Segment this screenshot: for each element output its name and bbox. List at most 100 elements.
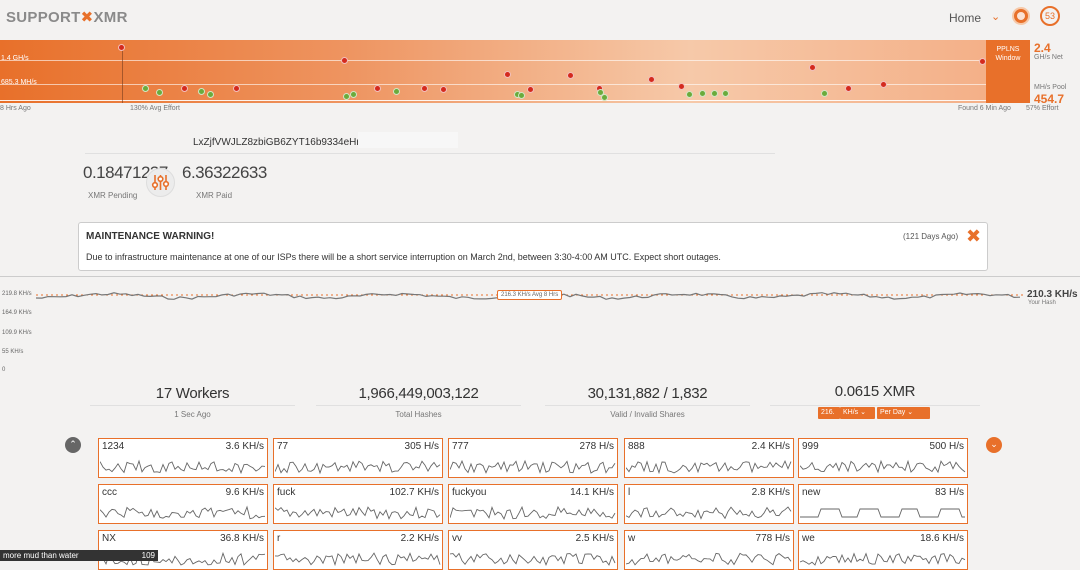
block-dot[interactable] [142,85,149,92]
period-select[interactable]: Per Day ⌄ [877,407,930,419]
avg-effort-label: 130% Avg Effort [130,105,180,112]
block-dot[interactable] [207,91,214,98]
block-dot[interactable] [809,64,816,71]
worker-name: 77 [277,441,289,452]
worker-name: new [802,487,821,498]
block-dot[interactable] [527,86,534,93]
block-dot[interactable] [699,90,706,97]
worker-card[interactable]: we 18.6 KH/s [798,530,968,570]
expand-down-icon[interactable]: ⌄ [986,437,1002,453]
worker-sparkline [800,459,966,474]
block-dot[interactable] [979,58,986,65]
block-dot[interactable] [845,85,852,92]
close-icon[interactable]: ✖ [966,226,981,246]
worker-card[interactable]: fuckyou 14.1 KH/s [448,484,618,524]
worker-card[interactable]: 1234 3.6 KH/s [98,438,268,478]
home-menu[interactable]: Home [949,11,981,25]
pool-hashrate-value: 454.7 [1034,92,1065,106]
worker-card[interactable]: w 778 H/s [624,530,794,570]
block-dot[interactable] [518,92,525,99]
maintenance-warning-panel [78,222,988,271]
pool-hashrate-unit: MH/s Pool [1034,84,1067,91]
strip-start-time: 8 Hrs Ago [0,105,31,112]
block-dot[interactable] [880,81,887,88]
sparkline-series [800,552,966,566]
worker-hashrate: 500 H/s [929,441,964,452]
worker-name: 999 [802,441,819,452]
block-dot[interactable] [686,91,693,98]
block-dot[interactable] [198,88,205,95]
block-dot[interactable] [567,72,574,79]
stat-divider [545,405,750,406]
sparkline-series [275,505,441,520]
worker-hashrate: 9.6 KH/s [225,487,264,498]
bottom-status-bar: more mud than water 109 [0,550,158,561]
collapse-up-icon[interactable]: ⌃ [65,437,81,453]
block-dot[interactable] [374,85,381,92]
worker-hashrate: 36.8 KH/s [220,533,264,544]
logo-text-left: SUPPORT [6,9,81,26]
worker-sparkline [275,505,441,520]
avg-hashrate-pill: 216.3 KH/s Avg 8 Hrs [497,290,563,300]
site-logo[interactable]: SUPPORT✖XMR [6,8,128,26]
block-dot[interactable] [343,93,350,100]
notification-count-badge[interactable]: 53 [1040,6,1060,26]
unit-select-value: KH/s [843,409,859,416]
worker-sparkline [800,508,965,518]
worker-card[interactable]: new 83 H/s [798,484,968,524]
total-hashes-label: Total Hashes [395,410,442,419]
sliders-glyph [151,175,170,190]
worker-card[interactable]: l 2.8 KH/s [624,484,794,524]
theme-toggle-icon[interactable] [1012,7,1030,25]
worker-card[interactable]: ccc 9.6 KH/s [98,484,268,524]
sparkline-series [626,506,792,520]
workers-count: 17 Workers [155,385,230,402]
settings-sliders-icon[interactable] [146,168,175,197]
worker-card[interactable]: fuck 102.7 KH/s [273,484,443,524]
block-dot[interactable] [711,90,718,97]
net-hash-label: 1.4 GH/s [1,55,29,62]
block-dot[interactable] [118,44,125,51]
block-dot[interactable] [421,85,428,92]
status-text: more mud than water [3,551,79,560]
period-select-value: Per Day [880,409,906,416]
net-hashrate-value: 2.4 [1034,41,1051,55]
worker-card[interactable]: 777 278 H/s [448,438,618,478]
total-hashes-value: 1,966,449,003,122 [358,385,479,402]
block-dot[interactable] [722,90,729,97]
worker-card[interactable]: 77 305 H/s [273,438,443,478]
block-dot[interactable] [393,88,400,95]
worker-hashrate: 2.2 KH/s [400,533,439,544]
block-dot[interactable] [350,91,357,98]
worker-sparkline [800,552,966,566]
block-dot[interactable] [678,83,685,90]
address-redaction [358,132,458,148]
chevron-down-icon[interactable]: ⌄ [991,10,1000,23]
block-dot[interactable] [181,85,188,92]
worker-hashrate: 778 H/s [755,533,790,544]
block-dot[interactable] [440,86,447,93]
worker-card[interactable]: 999 500 H/s [798,438,968,478]
worker-hashrate: 305 H/s [404,441,439,452]
worker-card[interactable]: r 2.2 KH/s [273,530,443,570]
block-dot[interactable] [648,76,655,83]
worker-hashrate: 3.6 KH/s [225,441,264,452]
worker-hashrate: 83 H/s [935,487,964,498]
hashrate-input[interactable]: 216. [818,407,840,419]
pool-blocks-chart: 1.4 GH/s 685.3 MH/s [0,40,1025,103]
sparkline-series [450,459,616,474]
warning-age: (121 Days Ago) [903,232,959,241]
worker-card[interactable]: vv 2.5 KH/s [448,530,618,570]
worker-card[interactable]: 888 2.4 KH/s [624,438,794,478]
worker-hashrate: 2.4 KH/s [751,441,790,452]
block-dot[interactable] [233,85,240,92]
hashrate-unit-select[interactable]: KH/s ⌄ [840,407,875,419]
block-dot[interactable] [601,94,608,101]
block-dot[interactable] [341,57,348,64]
avg-effort-marker [122,48,123,103]
worker-name: NX [102,533,116,544]
block-dot[interactable] [504,71,511,78]
block-dot[interactable] [821,90,828,97]
block-dot[interactable] [156,89,163,96]
xmr-paid-label: XMR Paid [196,191,233,200]
